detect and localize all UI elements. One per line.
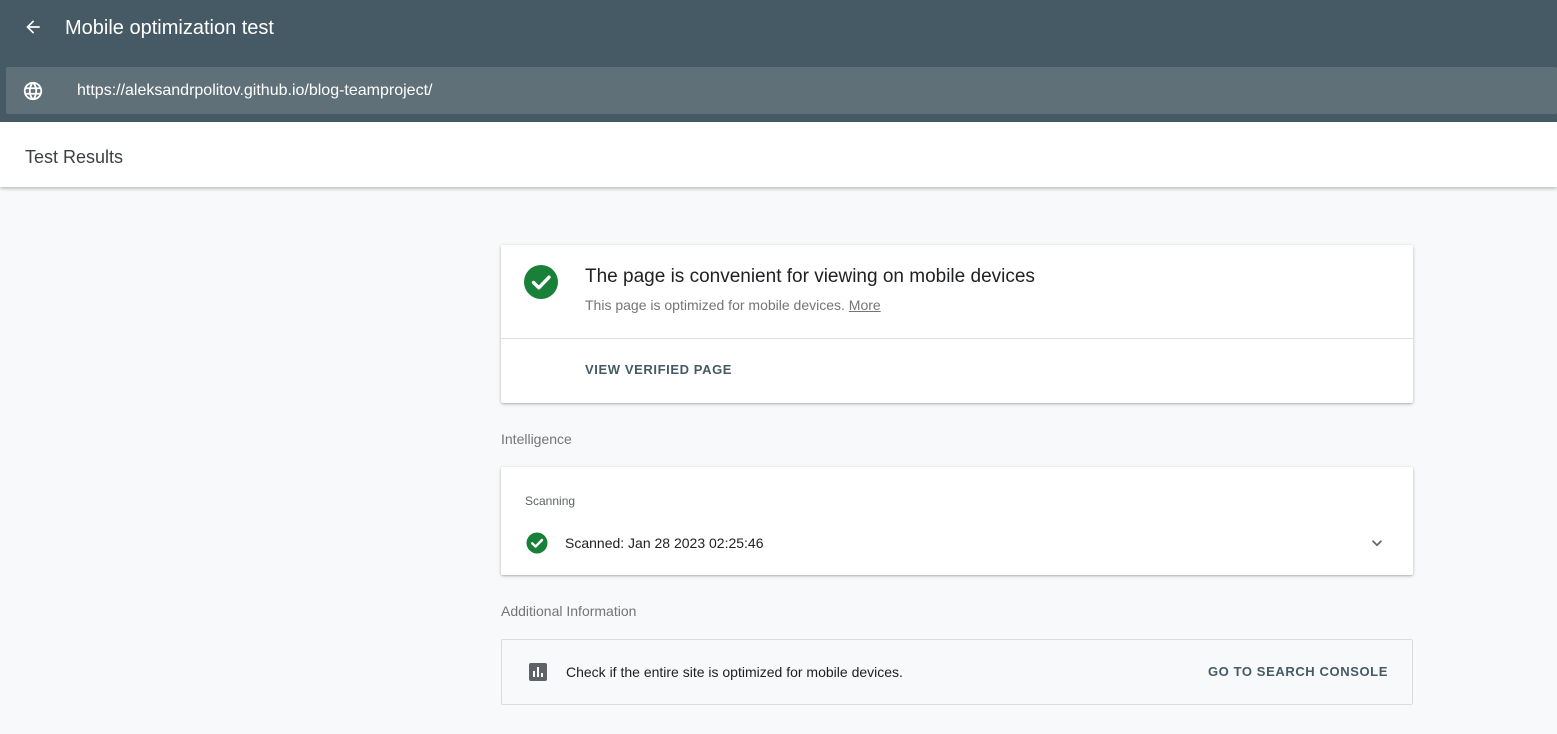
back-button[interactable] [19, 13, 47, 41]
chevron-down-icon[interactable] [1367, 533, 1387, 553]
check-circle-icon [526, 532, 548, 554]
intelligence-section-label: Intelligence [501, 431, 572, 447]
result-title: The page is convenient for viewing on mo… [585, 266, 1035, 287]
go-to-search-console-button[interactable]: GO TO SEARCH CONSOLE [1208, 664, 1388, 680]
globe-icon [23, 81, 43, 101]
results-header: Test Results [0, 122, 1557, 187]
more-link[interactable]: More [849, 297, 881, 313]
page-title: Test Results [25, 147, 124, 167]
url-text[interactable]: https://aleksandrpolitov.github.io/blog-… [77, 81, 432, 101]
app-title: Mobile optimization test [65, 17, 274, 39]
scanning-card[interactable]: Scanning Scanned: Jan 28 2023 02:25:46 [501, 467, 1413, 575]
top-app-bar: Mobile optimization test https://aleksan… [0, 0, 1557, 122]
check-circle-icon [524, 265, 558, 299]
scan-status: Scanned: Jan 28 2023 02:25:46 [565, 535, 764, 551]
additional-info-card: Check if the entire site is optimized fo… [501, 639, 1413, 705]
additional-info-section-label: Additional Information [501, 603, 637, 619]
scanning-heading: Scanning [525, 494, 576, 508]
view-verified-page-button[interactable]: VIEW VERIFIED PAGE [585, 362, 732, 378]
result-description-text: This page is optimized for mobile device… [585, 297, 845, 313]
result-card: The page is convenient for viewing on mo… [501, 245, 1413, 403]
bar-chart-icon [529, 663, 547, 681]
additional-info-text: Check if the entire site is optimized fo… [566, 664, 903, 680]
divider [501, 338, 1413, 339]
url-bar[interactable]: https://aleksandrpolitov.github.io/blog-… [6, 67, 1557, 114]
arrow-back-icon [26, 20, 40, 34]
result-description: This page is optimized for mobile device… [585, 296, 881, 314]
